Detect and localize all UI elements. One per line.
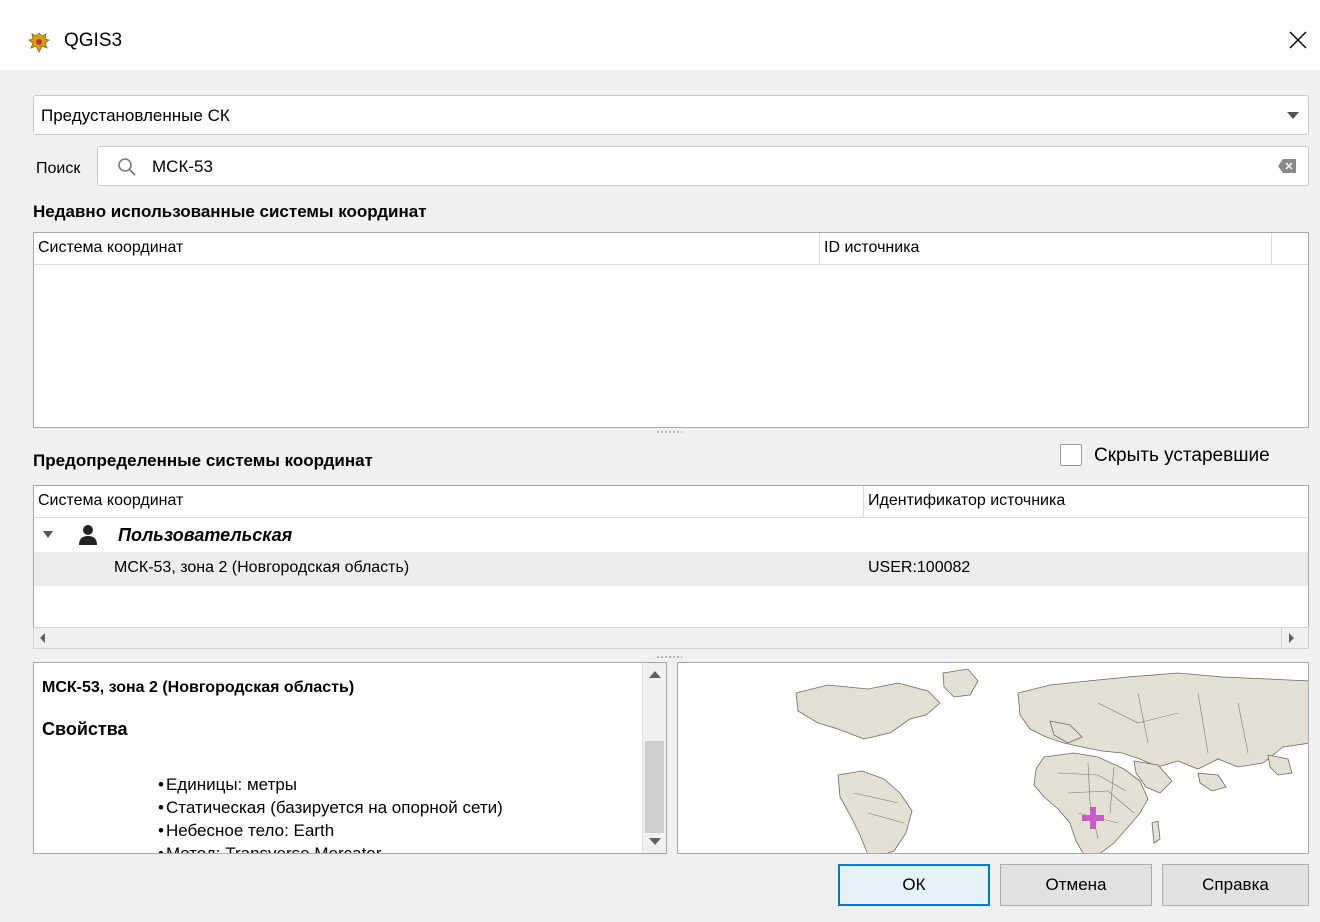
hide-deprecated-checkbox[interactable]	[1060, 444, 1082, 466]
tree-group-row[interactable]: Пользовательская	[34, 518, 1308, 552]
column-header-source-identifier[interactable]: Идентификатор источника	[864, 486, 1308, 517]
close-icon	[1289, 31, 1307, 49]
info-properties-list: Единицы: метры Статическая (базируется н…	[158, 773, 503, 853]
close-button[interactable]	[1276, 18, 1320, 62]
crs-type-value: Предустановленные СК	[41, 106, 230, 125]
search-value: МСК-53	[152, 157, 213, 176]
crs-name-cell: МСК-53, зона 2 (Новгородская область)	[114, 559, 410, 576]
crs-id-cell: USER:100082	[868, 559, 971, 576]
column-header-source-id[interactable]: ID источника	[820, 233, 1272, 264]
info-crs-name: МСК-53, зона 2 (Новгородская область)	[42, 679, 355, 696]
scroll-down-icon[interactable]	[649, 838, 661, 845]
world-map	[795, 668, 1308, 853]
column-header-crs[interactable]: Система координат	[34, 486, 864, 517]
crs-type-select[interactable]: Предустановленные СК	[33, 95, 1309, 135]
scroll-up-icon[interactable]	[649, 671, 661, 678]
table-row[interactable]: МСК-53, зона 2 (Новгородская область) US…	[34, 552, 1308, 586]
horizontal-scrollbar[interactable]	[33, 627, 1309, 649]
scroll-right-icon[interactable]	[1289, 633, 1294, 643]
scrollbar-thumb[interactable]	[645, 741, 664, 833]
list-item: Статическая (базируется на опорной сети)	[158, 796, 503, 819]
crs-extent-map	[677, 662, 1309, 854]
scroll-left-icon[interactable]	[40, 633, 45, 643]
cancel-button[interactable]: Отмена	[1000, 864, 1152, 906]
help-button[interactable]: Справка	[1162, 864, 1309, 906]
recent-crs-table[interactable]: Система координат ID источника	[33, 232, 1309, 428]
recent-crs-title: Недавно использованные системы координат	[33, 202, 427, 221]
window-title: QGIS3	[64, 30, 123, 51]
column-header-crs[interactable]: Система координат	[34, 233, 820, 264]
list-item: Небесное тело: Earth	[158, 819, 503, 842]
list-item: Метод: Transverse Mercator	[158, 842, 503, 853]
info-properties-title: Свойства	[42, 719, 128, 739]
chevron-down-icon	[1287, 112, 1299, 119]
search-icon	[118, 158, 136, 176]
search-input[interactable]: МСК-53	[97, 146, 1309, 186]
predefined-crs-table[interactable]: Система координат Идентификатор источник…	[33, 485, 1309, 628]
vertical-scrollbar[interactable]	[642, 663, 666, 853]
search-label: Поиск	[36, 160, 81, 177]
splitter-handle[interactable]	[656, 655, 682, 659]
scrollbar-divider	[1281, 628, 1282, 648]
predefined-crs-title: Предопределенные системы координат	[33, 451, 373, 470]
list-item: Единицы: метры	[158, 773, 503, 796]
ok-button[interactable]: ОК	[838, 864, 990, 906]
chevron-down-icon[interactable]	[43, 531, 53, 539]
user-icon	[79, 525, 97, 545]
predefined-crs-header: Система координат Идентификатор источник…	[34, 486, 1308, 518]
coat-of-arms-icon	[28, 32, 50, 53]
tree-group-label: Пользовательская	[118, 525, 293, 545]
clear-text-icon[interactable]	[1278, 159, 1296, 173]
crs-info-panel[interactable]: МСК-53, зона 2 (Новгородская область) Св…	[33, 662, 667, 854]
splitter-handle[interactable]	[656, 430, 682, 434]
recent-crs-header: Система координат ID источника	[34, 233, 1308, 265]
hide-deprecated-label[interactable]: Скрыть устаревшие	[1094, 445, 1270, 467]
